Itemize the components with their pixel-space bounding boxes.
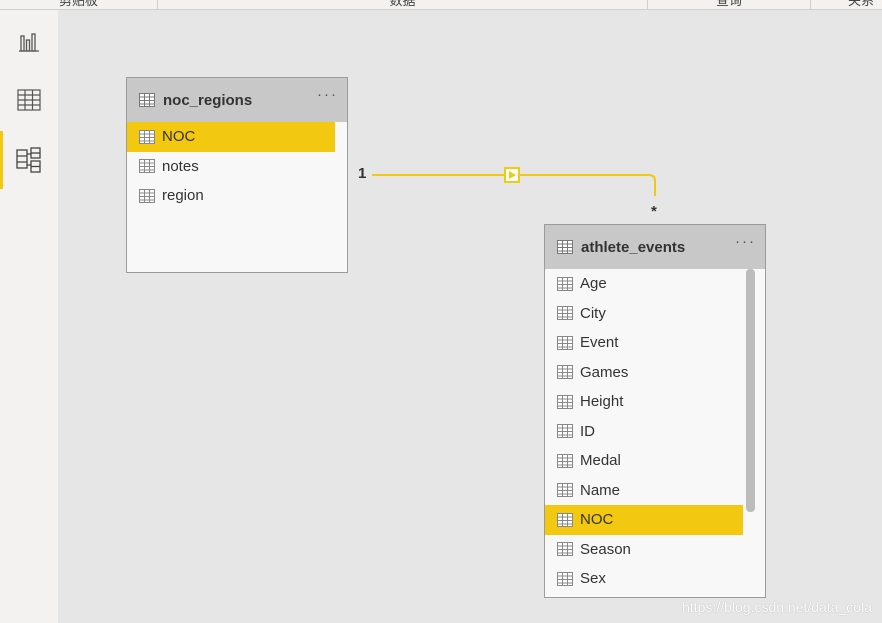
column-icon <box>139 188 155 203</box>
column-icon <box>557 542 573 557</box>
column-icon <box>557 365 573 380</box>
column-icon <box>139 159 155 174</box>
field-label: Height <box>580 393 624 411</box>
column-icon <box>557 453 573 468</box>
column-icon <box>557 276 573 291</box>
watermark: https://blog.csdn.net/data_cola <box>682 599 872 615</box>
field-height[interactable]: Height <box>545 387 765 417</box>
field-label: Age <box>580 275 607 293</box>
column-icon <box>557 335 573 350</box>
field-label: region <box>162 187 204 205</box>
table-card-athlete-events[interactable]: athlete_events ··· Age City Event Games Heig… <box>544 224 766 598</box>
field-event[interactable]: Event <box>545 328 765 358</box>
table-header[interactable]: athlete_events ··· <box>545 225 765 269</box>
table-header[interactable]: noc_regions ··· <box>127 78 347 122</box>
field-season[interactable]: Season <box>545 535 765 565</box>
vertical-scrollbar[interactable] <box>746 269 755 512</box>
field-label: Medal <box>580 452 621 470</box>
column-icon <box>139 129 155 144</box>
column-icon <box>557 306 573 321</box>
field-city[interactable]: City <box>545 299 765 329</box>
field-noc[interactable]: NOC <box>545 505 743 535</box>
field-label: Games <box>580 363 629 381</box>
field-noc[interactable]: NOC <box>127 122 335 152</box>
field-notes[interactable]: notes <box>127 152 347 182</box>
table-card-noc-regions[interactable]: noc_regions ··· NOC notes region <box>126 77 348 273</box>
cardinality-many-label: * <box>651 203 657 220</box>
field-games[interactable]: Games <box>545 358 765 388</box>
table-title: noc_regions <box>163 91 253 109</box>
field-age[interactable]: Age <box>545 269 765 299</box>
field-list: Age City Event Games Height ID Medal Name NOC Sea… <box>545 269 765 594</box>
table-title: athlete_events <box>581 238 686 256</box>
more-options-icon[interactable]: ··· <box>735 233 756 250</box>
field-label: ID <box>580 422 595 440</box>
field-sex[interactable]: Sex <box>545 564 765 594</box>
column-icon <box>557 483 573 498</box>
field-id[interactable]: ID <box>545 417 765 447</box>
cardinality-one-label: 1 <box>358 165 367 182</box>
field-label: Season <box>580 540 631 558</box>
field-label: City <box>580 304 606 322</box>
field-label: notes <box>162 157 199 175</box>
field-label: Event <box>580 334 619 352</box>
field-label: NOC <box>162 128 196 146</box>
field-label: Name <box>580 481 621 499</box>
column-icon <box>557 512 573 527</box>
table-icon <box>557 240 573 254</box>
column-icon <box>557 394 573 409</box>
table-icon <box>139 93 155 107</box>
column-icon <box>557 571 573 586</box>
field-label: NOC <box>580 511 614 529</box>
more-options-icon[interactable]: ··· <box>317 86 338 103</box>
field-label: Sex <box>580 570 606 588</box>
field-medal[interactable]: Medal <box>545 446 765 476</box>
field-region[interactable]: region <box>127 181 347 211</box>
column-icon <box>557 424 573 439</box>
field-name[interactable]: Name <box>545 476 765 506</box>
